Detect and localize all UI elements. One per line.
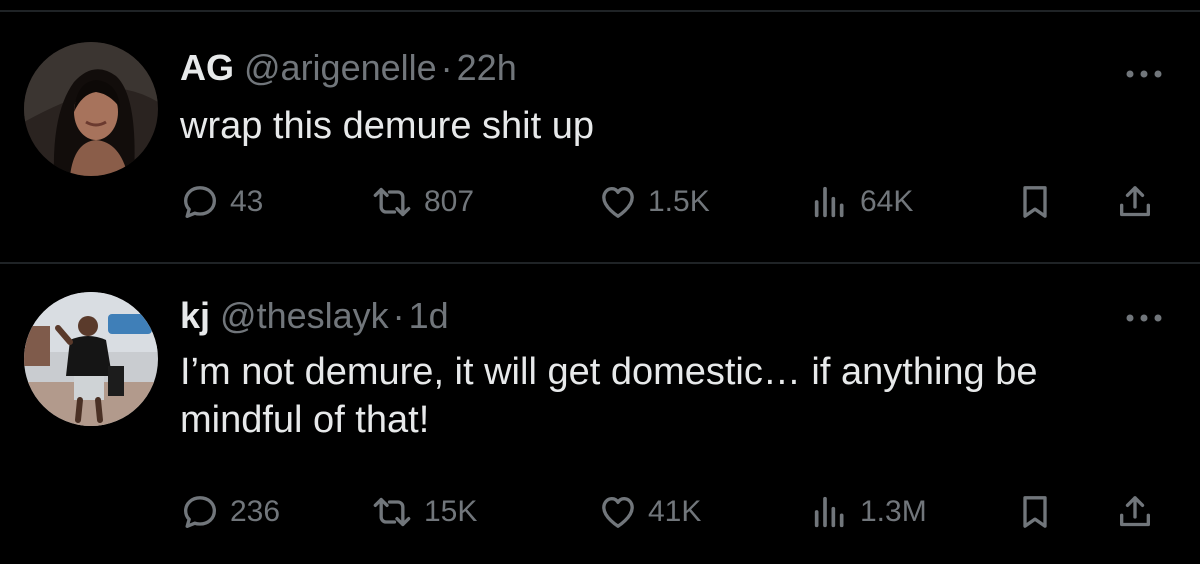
share-icon	[1120, 496, 1150, 527]
reply-button[interactable]: 43	[180, 180, 263, 224]
reply-count: 43	[230, 185, 264, 218]
like-button[interactable]: 1.5K	[598, 180, 710, 224]
more-dots-icon[interactable]	[1124, 64, 1164, 84]
like-count: 41K	[648, 495, 702, 528]
share-icon	[1120, 186, 1150, 217]
repost-button[interactable]: 807	[370, 180, 474, 224]
tweet-text: wrap this demure shit up	[180, 105, 594, 147]
views-button[interactable]: 64K	[810, 180, 913, 224]
views-icon	[814, 496, 844, 528]
timestamp[interactable]: 22h	[457, 47, 517, 88]
bookmark-button[interactable]	[1015, 180, 1055, 224]
display-name[interactable]: kj	[180, 295, 210, 336]
action-bar: 236 15K 41K 1.3M	[180, 490, 1170, 534]
views-button[interactable]: 1.3M	[810, 490, 927, 534]
handle[interactable]: @arigenelle	[244, 47, 437, 88]
like-count: 1.5K	[648, 185, 710, 218]
views-count: 64K	[860, 185, 914, 218]
like-button[interactable]: 41K	[598, 490, 701, 534]
repost-count: 15K	[424, 495, 478, 528]
views-icon	[814, 186, 844, 218]
bookmark-icon	[1023, 496, 1047, 528]
more-dots-icon[interactable]	[1124, 308, 1164, 328]
timestamp[interactable]: 1d	[409, 295, 449, 336]
avatar[interactable]	[24, 292, 158, 426]
reply-button[interactable]: 236	[180, 490, 280, 534]
share-button[interactable]	[1115, 490, 1155, 534]
heart-icon	[602, 187, 634, 218]
reply-icon	[184, 496, 216, 528]
share-button[interactable]	[1115, 180, 1155, 224]
heart-icon	[602, 497, 634, 528]
repost-icon	[373, 497, 411, 527]
separator-dot: ·	[392, 295, 405, 336]
reply-count: 236	[230, 495, 281, 528]
bookmark-icon	[1023, 186, 1047, 218]
avatar[interactable]	[24, 42, 158, 176]
display-name[interactable]: AG	[180, 47, 234, 88]
tweet-header: kj @theslayk · 1d	[180, 294, 449, 338]
reply-icon	[184, 186, 216, 218]
bookmark-button[interactable]	[1015, 490, 1055, 534]
tweet-text: I’m not demure, it will get domestic… if…	[180, 351, 1038, 441]
repost-icon	[373, 187, 411, 217]
tweet[interactable]: AG @arigenelle · 22h wrap this demure shit …	[0, 12, 1200, 262]
tweet-header: AG @arigenelle · 22h	[180, 46, 517, 90]
tweet[interactable]: kj @theslayk · 1d I’m not demure, it will g…	[0, 264, 1200, 564]
handle[interactable]: @theslayk	[220, 295, 389, 336]
repost-count: 807	[424, 185, 475, 218]
repost-button[interactable]: 15K	[370, 490, 477, 534]
separator-dot: ·	[440, 47, 453, 88]
action-bar: 43 807 1.5K 64K	[180, 180, 1170, 224]
views-count: 1.3M	[860, 495, 927, 528]
